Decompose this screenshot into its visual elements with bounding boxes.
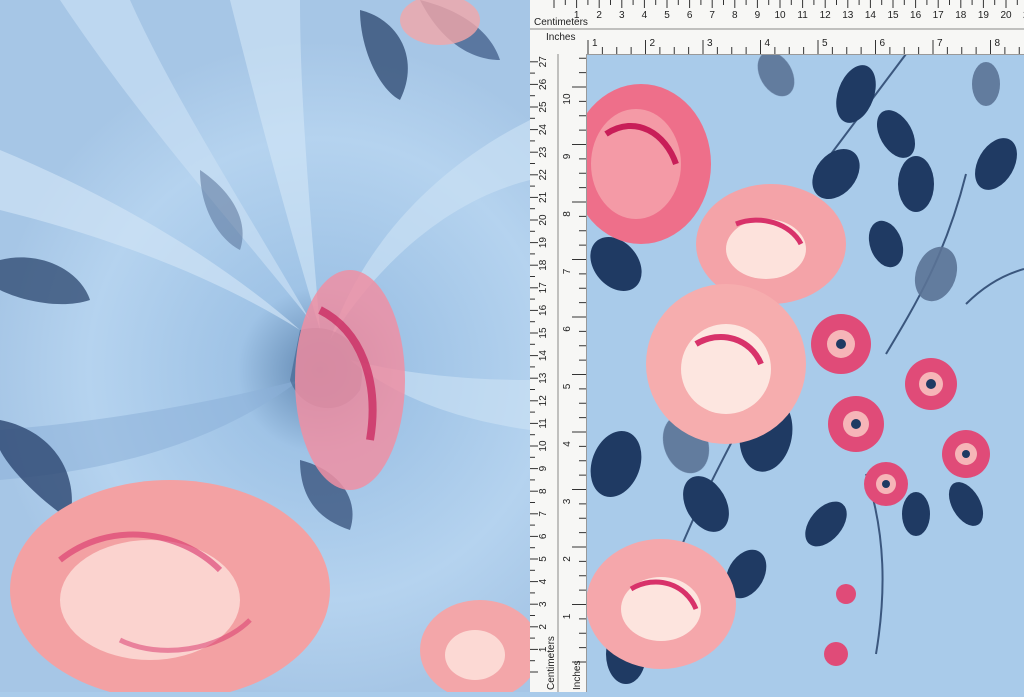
left-ruler-cm-number: 18 [538, 259, 549, 271]
left-ruler-cm-number: 13 [538, 372, 549, 384]
top-ruler-inch-number: 8 [995, 38, 1001, 49]
left-ruler-cm-number: 3 [538, 601, 549, 607]
left-ruler-inch-number: 9 [562, 153, 573, 159]
left-ruler-inch-number: 8 [562, 211, 573, 217]
left-ruler-inch-number: 2 [562, 556, 573, 562]
left-ruler-cm-number: 15 [538, 327, 549, 339]
top-ruler-inch-number: 2 [650, 38, 656, 49]
left-ruler-cm-number: 10 [538, 440, 549, 452]
top-ruler-inch-number: 4 [765, 38, 771, 49]
left-ruler-inch-number: 5 [562, 383, 573, 389]
left-ruler-cm-number: 20 [538, 214, 549, 226]
left-ruler-cm-number: 5 [538, 556, 549, 562]
top-ruler-cm-number: 2 [596, 10, 602, 21]
top-ruler-inch-number: 6 [880, 38, 886, 49]
top-ruler-cm-number: 5 [664, 10, 670, 21]
top-ruler-cm-number: 16 [910, 10, 922, 21]
left-ruler-cm-number: 8 [538, 488, 549, 494]
top-ruler-cm-number: 20 [1000, 10, 1012, 21]
left-ruler-scale: 2726252423222120191817161514131211109876… [530, 54, 586, 692]
top-ruler-scale: Centimeters Inches 1 2 3 4 5 6 7 8 9 10 11 12 13 14 15… [530, 0, 1024, 54]
top-ruler: Centimeters Inches 1 2 3 4 5 6 7 8 9 10 11 12 13 14 15… [530, 0, 1024, 55]
top-ruler-cm-number: 10 [774, 10, 786, 21]
left-ruler-cm-number: 16 [538, 304, 549, 316]
left-ruler-cm-number: 24 [538, 124, 549, 136]
left-ruler-inch-number: 6 [562, 326, 573, 332]
left-ruler-cm-number: 27 [538, 56, 549, 68]
left-ruler-cm-number: 14 [538, 350, 549, 362]
left-ruler-cm-number: 22 [538, 169, 549, 181]
top-ruler-cm-number: 18 [955, 10, 967, 21]
swirled-fabric-photo [0, 0, 530, 692]
left-ruler-cm-number: 2 [538, 624, 549, 630]
top-ruler-cm-number: 7 [709, 10, 715, 21]
left-ruler-cm-number: 6 [538, 533, 549, 539]
left-ruler-cm-number: 9 [538, 465, 549, 471]
left-ruler-cm-number: 21 [538, 191, 549, 203]
top-ruler-inch-number: 3 [707, 38, 713, 49]
top-ruler-cm-number: 9 [755, 10, 761, 21]
left-ruler-cm-number: 11 [538, 418, 549, 429]
left-ruler-inch-number: 3 [562, 498, 573, 504]
left-ruler: 27 26 25 24 23 22 21 20 19 18 17 16 15 14 13 12 11 10 9 8 7 6… [530, 54, 587, 692]
swirl-illustration [0, 0, 530, 692]
top-ruler-inch-number: 7 [937, 38, 943, 49]
top-ruler-inch-label: Inches [546, 32, 575, 43]
top-ruler-inch-number: 1 [592, 38, 598, 49]
top-ruler-cm-number: 1 [574, 10, 580, 21]
top-ruler-cm-number: 6 [687, 10, 693, 21]
top-ruler-cm-label: Centimeters [534, 17, 588, 28]
left-ruler-cm-number: 26 [538, 78, 549, 90]
floral-print-illustration [586, 54, 1024, 692]
left-ruler-cm-label: Centimeters [546, 636, 557, 690]
left-ruler-inch-label: Inches [572, 661, 583, 690]
top-ruler-cm-number: 15 [887, 10, 899, 21]
left-ruler-cm-number: 7 [538, 511, 549, 517]
flat-fabric-print [586, 54, 1024, 692]
top-ruler-cm-number: 14 [865, 10, 877, 21]
top-ruler-cm-number: 3 [619, 10, 625, 21]
left-ruler-inch-number: 7 [562, 268, 573, 274]
left-ruler-inch-number: 4 [562, 441, 573, 447]
top-ruler-cm-number: 19 [978, 10, 990, 21]
top-ruler-cm-number: 13 [842, 10, 854, 21]
top-ruler-cm-number: 8 [732, 10, 738, 21]
top-ruler-cm-number: 12 [820, 10, 832, 21]
left-ruler-inch-number: 10 [562, 93, 573, 105]
left-ruler-cm-number: 25 [538, 101, 549, 113]
left-ruler-cm-number: 12 [538, 395, 549, 407]
top-ruler-cm-number: 4 [642, 10, 648, 21]
top-ruler-inch-number: 5 [822, 38, 828, 49]
top-ruler-cm-number: 17 [933, 10, 945, 21]
left-ruler-cm-number: 17 [538, 282, 549, 294]
left-ruler-cm-number: 19 [538, 237, 549, 249]
left-ruler-inch-number: 1 [562, 613, 573, 619]
top-ruler-cm-number: 11 [797, 10, 808, 21]
left-ruler-cm-number: 23 [538, 146, 549, 158]
left-ruler-cm-number: 4 [538, 578, 549, 584]
